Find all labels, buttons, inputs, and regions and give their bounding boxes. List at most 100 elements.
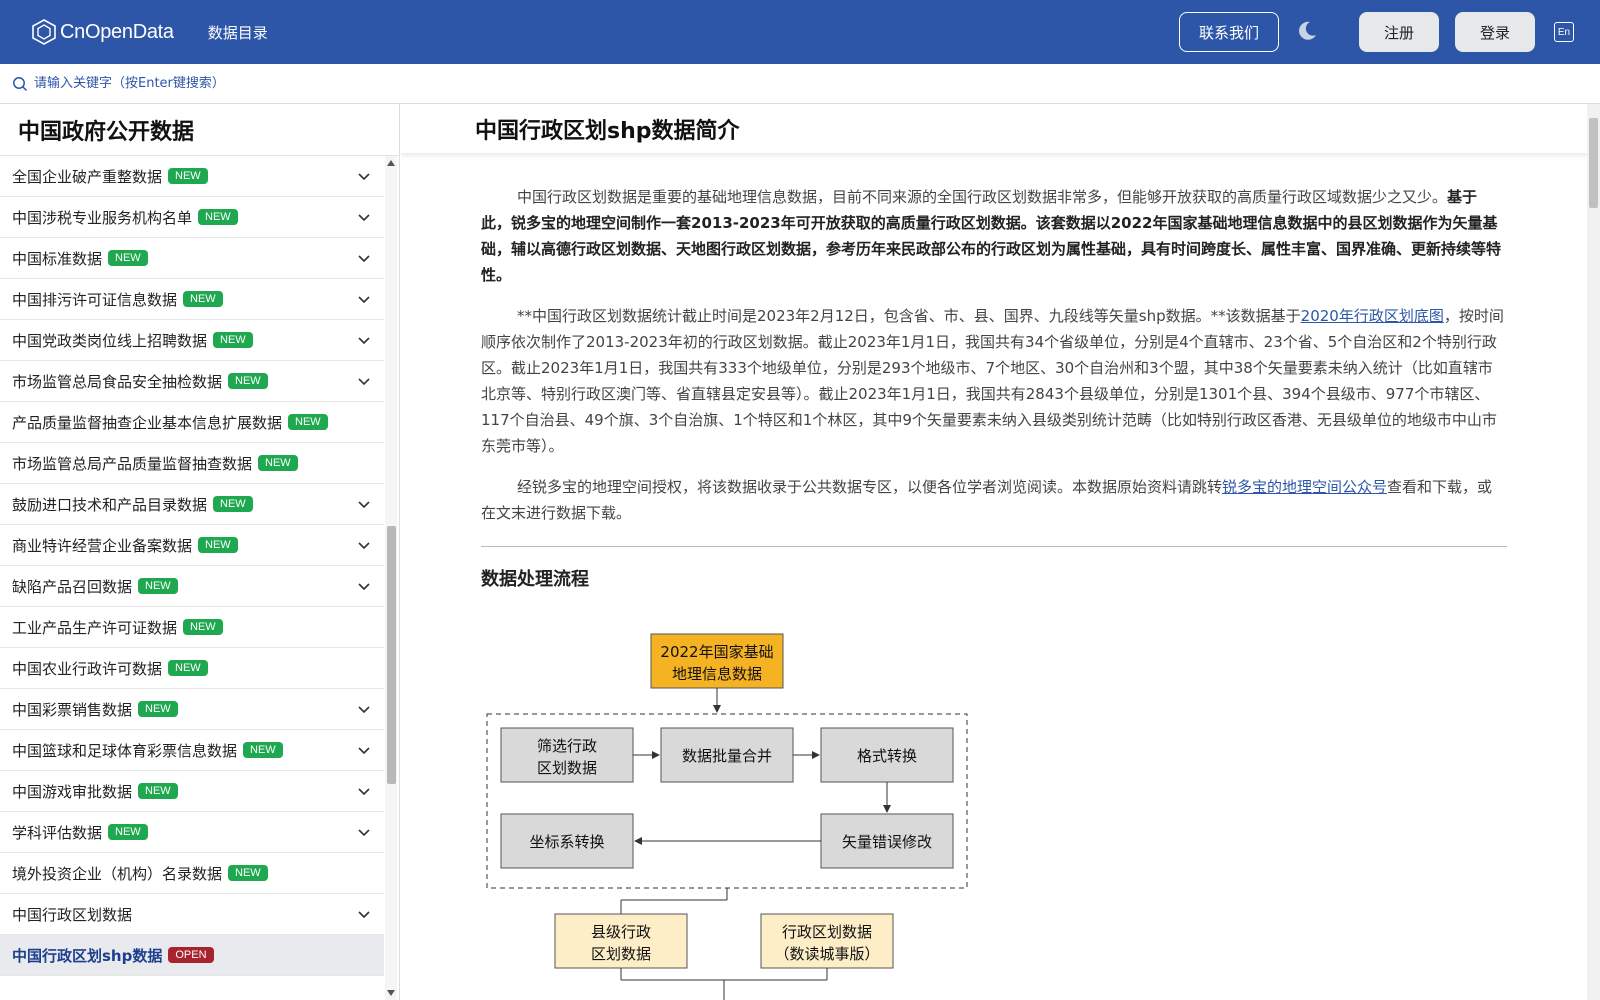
flow-source-line2: 地理信息数据	[672, 665, 762, 683]
scroll-down-arrow-icon[interactable]	[387, 990, 395, 996]
sidebar-item-label: 中国涉税专业服务机构名单	[12, 208, 193, 227]
wechat-account-link[interactable]: 锐多宝的地理空间公众号	[1222, 478, 1387, 496]
stats-text-a: **中国行政区划数据统计截止时间是2023年2月12日，包含省、市、县、国界、九…	[517, 307, 1301, 325]
flow-filter-line2: 区划数据	[537, 759, 597, 777]
sidebar-item-label: 全国企业破产重整数据	[12, 167, 163, 186]
flow-source-line1: 2022年国家基础	[660, 643, 773, 661]
status-badge: NEW	[183, 619, 223, 635]
chevron-down-icon[interactable]	[358, 580, 370, 592]
chevron-down-icon[interactable]	[358, 908, 370, 920]
sidebar-item-label: 中国党政类岗位线上招聘数据	[12, 331, 208, 350]
sidebar-item[interactable]: 市场监管总局产品质量监督抽查数据 NEW	[0, 443, 384, 484]
flow-node-fix: 矢量错误修改	[820, 813, 954, 869]
sidebar-item[interactable]: 中国排污许可证信息数据 NEW	[0, 279, 384, 320]
chevron-down-icon[interactable]	[358, 375, 370, 387]
sidebar-item[interactable]: 中国农业行政许可数据 NEW	[0, 648, 384, 689]
status-badge: NEW	[288, 414, 328, 430]
contact-us-button[interactable]: 联系我们	[1179, 12, 1279, 52]
sidebar-item-label: 工业产品生产许可证数据	[12, 618, 178, 637]
sidebar-item[interactable]: 产品质量监督抽查企业基本信息扩展数据 NEW	[0, 402, 384, 443]
flow-node-crs: 坐标系转换	[500, 813, 634, 869]
chevron-down-icon[interactable]	[358, 703, 370, 715]
status-badge: NEW	[213, 332, 253, 348]
source-text-a: 经锐多宝的地理空间授权，将该数据收录于公共数据专区，以便各位学者浏览阅读。本数据…	[517, 478, 1223, 496]
status-badge: NEW	[108, 250, 148, 266]
flow-filter-line1: 筛选行政	[537, 737, 597, 755]
chevron-down-icon[interactable]	[358, 252, 370, 264]
source-paragraph: 经锐多宝的地理空间授权，将该数据收录于公共数据专区，以便各位学者浏览阅读。本数据…	[481, 474, 1507, 526]
chevron-down-icon[interactable]	[358, 334, 370, 346]
status-badge: NEW	[243, 742, 283, 758]
sidebar-item[interactable]: 缺陷产品召回数据 NEW	[0, 566, 384, 607]
brand-name: CnOpenData	[60, 20, 174, 43]
sidebar: 中国政府公开数据 全国企业破产重整数据 NEW 中国涉税专业服务机构名单 NEW 中国标…	[0, 104, 400, 1000]
flow-node-format: 格式转换	[820, 727, 954, 783]
chevron-down-icon[interactable]	[358, 293, 370, 305]
sidebar-item[interactable]: 中国彩票销售数据 NEW	[0, 689, 384, 730]
nav-data-catalog[interactable]: 数据目录	[208, 22, 268, 43]
logo[interactable]: CnOpenData	[32, 19, 174, 45]
sidebar-item-label: 中国排污许可证信息数据	[12, 290, 178, 309]
sidebar-item[interactable]: 中国行政区划数据	[0, 894, 384, 935]
sidebar-item-label: 中国农业行政许可数据	[12, 659, 163, 678]
chevron-down-icon[interactable]	[358, 539, 370, 551]
chevron-down-icon[interactable]	[358, 211, 370, 223]
sidebar-item[interactable]: 商业特许经营企业备案数据 NEW	[0, 525, 384, 566]
sidebar-item[interactable]: 全国企业破产重整数据 NEW	[0, 156, 384, 197]
sidebar-item[interactable]: 中国标准数据 NEW	[0, 238, 384, 279]
sidebar-item-label: 商业特许经营企业备案数据	[12, 536, 193, 555]
sidebar-item-label: 鼓励进口技术和产品目录数据	[12, 495, 208, 514]
sidebar-item-label: 市场监管总局食品安全抽检数据	[12, 372, 223, 391]
chevron-down-icon[interactable]	[358, 785, 370, 797]
language-toggle[interactable]: En	[1554, 22, 1574, 42]
flow-node-filter: 筛选行政 区划数据	[500, 727, 634, 783]
scroll-up-arrow-icon[interactable]	[387, 160, 395, 166]
search-input[interactable]	[34, 76, 434, 91]
basemap-link[interactable]: 2020年行政区划底图	[1301, 307, 1444, 325]
sidebar-item[interactable]: 市场监管总局食品安全抽检数据 NEW	[0, 361, 384, 402]
intro-paragraph: 中国行政区划数据是重要的基础地理信息数据，目前不同来源的全国行政区划数据非常多，…	[481, 184, 1507, 288]
login-button[interactable]: 登录	[1455, 12, 1535, 52]
chevron-down-icon[interactable]	[358, 498, 370, 510]
flow-city-line2: （数读城事版）	[774, 945, 879, 963]
chevron-down-icon[interactable]	[358, 826, 370, 838]
sidebar-item[interactable]: 境外投资企业（机构）名录数据 NEW	[0, 853, 384, 894]
status-badge: NEW	[258, 455, 298, 471]
register-button[interactable]: 注册	[1359, 12, 1439, 52]
sidebar-item[interactable]: 中国游戏审批数据 NEW	[0, 771, 384, 812]
sidebar-item-label: 中国游戏审批数据	[12, 782, 133, 801]
chevron-down-icon[interactable]	[358, 744, 370, 756]
sidebar-list: 全国企业破产重整数据 NEW 中国涉税专业服务机构名单 NEW 中国标准数据 NEW 中国排…	[0, 156, 384, 976]
chevron-down-icon[interactable]	[358, 170, 370, 182]
process-flow-diagram: 2022年国家基础 地理信息数据 筛选行政 区划数据 数据批量合并 格式转换 矢…	[486, 633, 968, 1000]
intro-text: 中国行政区划数据是重要的基础地理信息数据，目前不同来源的全国行政区划数据非常多，…	[517, 188, 1448, 206]
stats-paragraph: **中国行政区划数据统计截止时间是2023年2月12日，包含省、市、县、国界、九…	[481, 303, 1507, 459]
main-scrollbar[interactable]	[1587, 104, 1600, 1000]
sidebar-item-label: 中国彩票销售数据	[12, 700, 133, 719]
sidebar-item[interactable]: 中国涉税专业服务机构名单 NEW	[0, 197, 384, 238]
top-header: CnOpenData 数据目录 联系我们 注册 登录 En	[0, 0, 1600, 64]
sidebar-item[interactable]: 中国行政区划shp数据 OPEN	[0, 935, 384, 976]
sidebar-item-label: 产品质量监督抽查企业基本信息扩展数据	[12, 413, 283, 432]
status-badge: NEW	[138, 783, 178, 799]
status-badge: NEW	[228, 865, 268, 881]
status-badge: NEW	[198, 209, 238, 225]
sidebar-item[interactable]: 学科评估数据 NEW	[0, 812, 384, 853]
sidebar-item[interactable]: 中国党政类岗位线上招聘数据 NEW	[0, 320, 384, 361]
main-scroll-thumb[interactable]	[1589, 118, 1598, 208]
flow-node-merge: 数据批量合并	[660, 727, 794, 783]
sidebar-scrollbar[interactable]	[385, 156, 397, 1000]
divider	[481, 546, 1507, 547]
status-badge: NEW	[168, 168, 208, 184]
sidebar-item[interactable]: 鼓励进口技术和产品目录数据 NEW	[0, 484, 384, 525]
status-badge: NEW	[198, 537, 238, 553]
sidebar-item[interactable]: 中国篮球和足球体育彩票信息数据 NEW	[0, 730, 384, 771]
flow-county-line2: 区划数据	[591, 945, 651, 963]
sidebar-item[interactable]: 工业产品生产许可证数据 NEW	[0, 607, 384, 648]
moon-icon[interactable]	[1296, 20, 1318, 42]
flow-fix-label: 矢量错误修改	[842, 833, 932, 851]
sidebar-scroll-thumb[interactable]	[387, 526, 396, 784]
sidebar-item-label: 中国行政区划shp数据	[12, 946, 163, 965]
sidebar-item-label: 市场监管总局产品质量监督抽查数据	[12, 454, 253, 473]
page-title: 中国行政区划shp数据简介	[401, 104, 1587, 154]
